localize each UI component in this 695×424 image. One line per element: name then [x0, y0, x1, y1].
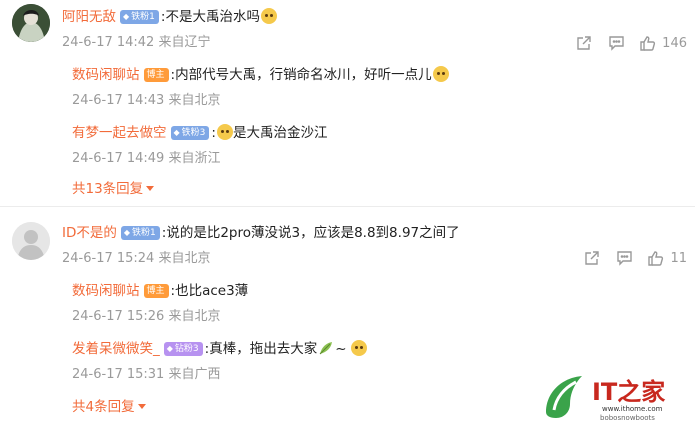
reply-meta: 24-6-17 15:31 来自广西	[72, 366, 221, 384]
svg-text:bobosnowboots: bobosnowboots	[600, 414, 655, 422]
like-button[interactable]: 11	[647, 250, 687, 266]
location: 来自广西	[168, 367, 221, 382]
author-badge: 博主	[143, 284, 169, 298]
like-count: 11	[670, 250, 687, 266]
doge-emoji-icon	[350, 340, 367, 356]
reply-text: :真棒，拖出去大家	[204, 341, 318, 357]
reply-text: :也比ace3薄	[170, 283, 249, 299]
drill-fan-badge[interactable]: ◆ 钻粉3	[163, 342, 203, 356]
share-icon[interactable]	[583, 249, 601, 267]
reply-header: 数码闲聊站 博主:也比ace3薄	[72, 282, 248, 300]
username[interactable]: 数码闲聊站	[72, 283, 140, 299]
comment-icon[interactable]	[615, 249, 633, 267]
comment-text: :说的是比2pro薄没说3，应该是8.8到8.97之间了	[161, 225, 460, 241]
reply-meta: 24-6-17 15:26 来自北京	[72, 308, 221, 326]
comment-actions: 11	[583, 249, 687, 267]
thumbs-up-icon	[648, 251, 664, 266]
leaf-emoji-icon	[318, 340, 334, 361]
username[interactable]: ID不是的	[62, 225, 117, 241]
timestamp: 24-6-17 15:24	[62, 251, 155, 266]
location: 来自北京	[168, 309, 221, 324]
timestamp: 24-6-17 15:26	[72, 309, 165, 324]
svg-text:www.ithome.com: www.ithome.com	[602, 405, 663, 413]
timestamp: 24-6-17 15:31	[72, 367, 165, 382]
reply-header: 发着呆微微笑_ ◆ 钻粉3:真棒，拖出去大家 ~	[72, 340, 367, 361]
avatar[interactable]	[12, 222, 50, 260]
caret-down-icon	[137, 404, 146, 409]
diamond-icon: ◆	[166, 344, 173, 353]
diamond-icon: ◆	[123, 228, 131, 237]
more-replies-link[interactable]: 共4条回复	[72, 398, 146, 416]
comment-header: ID不是的 ◆ 铁粉1:说的是比2pro薄没说3，应该是8.8到8.97之间了	[62, 224, 460, 242]
ithome-watermark: IT之家 www.ithome.com bobosnowboots	[540, 368, 690, 422]
comment-card: ID不是的 ◆ 铁粉1:说的是比2pro薄没说3，应该是8.8到8.97之间了 24…	[0, 0, 695, 424]
username[interactable]: 发着呆微微笑_	[72, 341, 160, 357]
fan-badge[interactable]: ◆ 铁粉1	[120, 226, 160, 240]
svg-text:IT之家: IT之家	[592, 378, 665, 406]
comment-meta: 24-6-17 15:24 来自北京	[62, 250, 211, 268]
location: 来自北京	[158, 251, 211, 266]
